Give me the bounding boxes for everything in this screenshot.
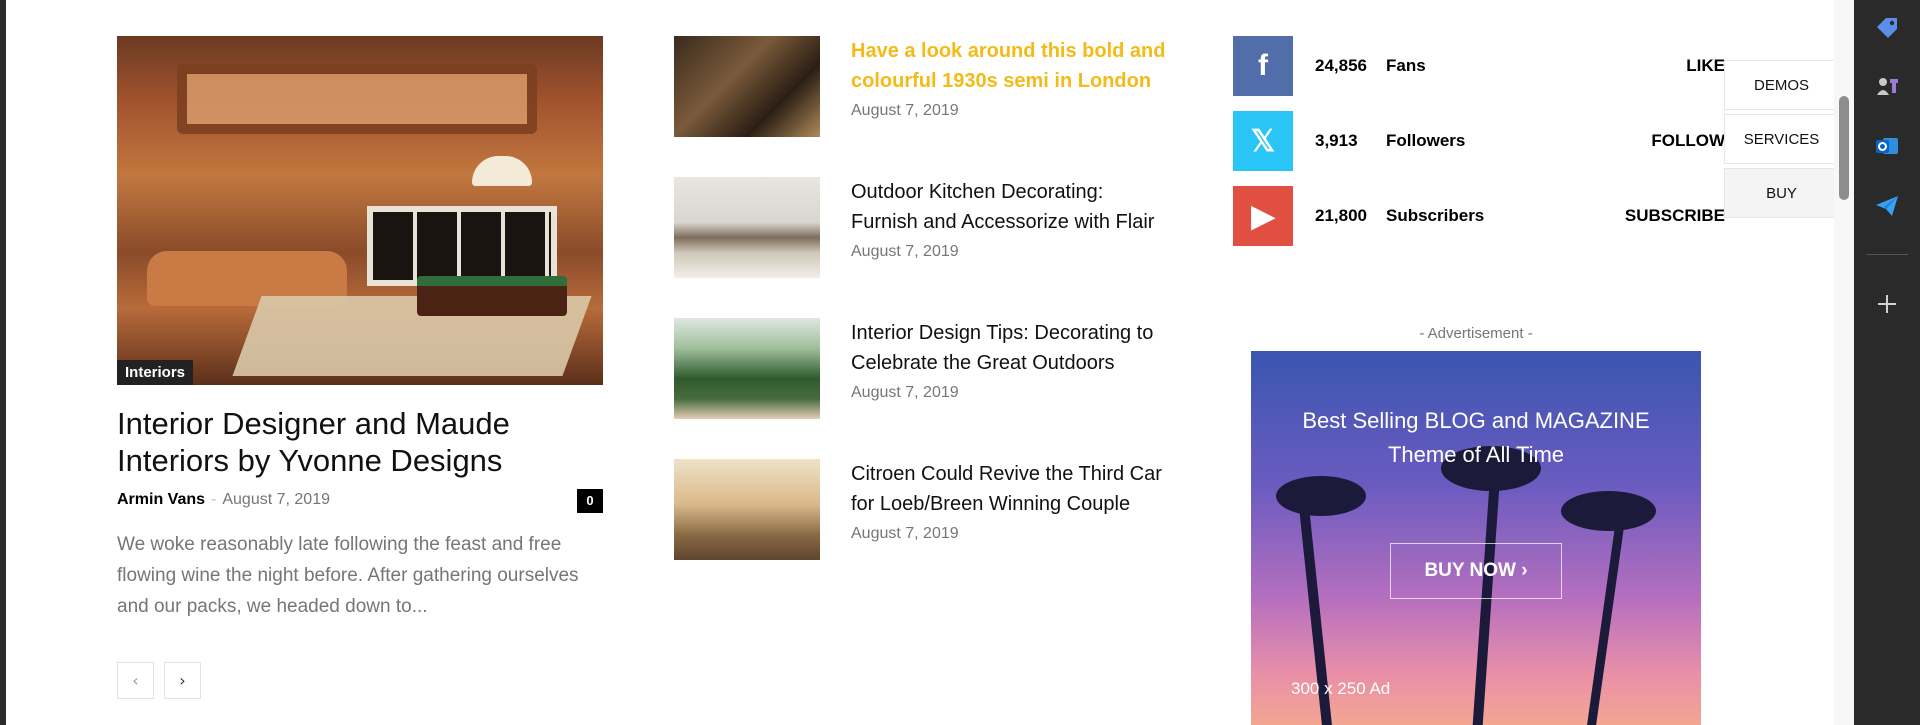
post-date: August 7, 2019 [851, 384, 959, 401]
subscribe-button[interactable]: SUBSCRIBE [1625, 206, 1725, 226]
prev-page-button[interactable]: ‹ [117, 662, 154, 699]
games-icon[interactable] [1873, 72, 1901, 100]
post-title[interactable]: Interior Design Tips: Decorating to Cele… [851, 318, 1171, 378]
post-list: Have a look around this bold and colourf… [674, 36, 1174, 600]
send-icon[interactable] [1873, 192, 1901, 220]
comment-count-badge[interactable]: 0 [577, 489, 603, 513]
list-item: Outdoor Kitchen Decorating: Furnish and … [674, 177, 1174, 318]
post-date: August 7, 2019 [851, 243, 959, 260]
facebook-icon[interactable]: f [1233, 36, 1293, 96]
post-title[interactable]: Outdoor Kitchen Decorating: Furnish and … [851, 177, 1171, 237]
social-count: 24,856 [1315, 56, 1367, 75]
sidebar-divider [1866, 254, 1908, 255]
next-page-button[interactable]: › [164, 662, 201, 699]
buy-now-button[interactable]: BUY NOW › [1390, 543, 1562, 599]
services-button[interactable]: SERVICES [1724, 114, 1834, 164]
social-label: Followers [1386, 131, 1466, 150]
post-date: August 7, 2019 [222, 491, 330, 508]
ad-headline: Best Selling BLOG and MAGAZINE Theme of … [1251, 404, 1701, 472]
follow-button[interactable]: FOLLOW [1651, 131, 1725, 151]
page-scrollbar[interactable] [1834, 0, 1854, 725]
list-item: Have a look around this bold and colourf… [674, 36, 1174, 177]
post-thumbnail[interactable] [674, 459, 820, 560]
post-date: August 7, 2019 [851, 525, 959, 542]
post-title[interactable]: Citroen Could Revive the Third Car for L… [851, 459, 1171, 519]
like-button[interactable]: LIKE [1686, 56, 1725, 76]
featured-post: Interiors Interior Designer and Maude In… [117, 36, 603, 699]
buy-button[interactable]: BUY [1724, 168, 1834, 218]
tag-icon[interactable] [1873, 14, 1901, 42]
social-row-facebook[interactable]: f 24,856 Fans LIKE [1233, 36, 1725, 111]
browser-sidebar [1854, 0, 1920, 725]
pagination: ‹ › [117, 662, 603, 699]
social-count: 21,800 [1315, 206, 1367, 225]
post-thumbnail[interactable] [674, 318, 820, 419]
post-title[interactable]: Have a look around this bold and colourf… [851, 36, 1171, 96]
list-item: Interior Design Tips: Decorating to Cele… [674, 318, 1174, 459]
floating-menu: DEMOS SERVICES BUY [1724, 60, 1834, 222]
ad-headline-line1: Best Selling BLOG and MAGAZINE [1302, 408, 1650, 433]
ad-size-text: 300 x 250 Ad [1291, 679, 1391, 698]
ad-headline-line2: Theme of All Time [1387, 442, 1565, 467]
post-thumbnail[interactable] [674, 177, 820, 278]
social-count: 3,913 [1315, 131, 1358, 150]
post-date: August 7, 2019 [851, 102, 959, 119]
page-content: Interiors Interior Designer and Maude In… [6, 0, 1834, 725]
add-icon[interactable] [1873, 290, 1901, 318]
social-label: Subscribers [1386, 206, 1485, 225]
advertisement-banner[interactable]: Best Selling BLOG and MAGAZINE Theme of … [1251, 351, 1701, 725]
x-icon[interactable]: 𝕏 [1233, 111, 1293, 171]
featured-title[interactable]: Interior Designer and Maude Interiors by… [117, 405, 603, 479]
post-thumbnail[interactable] [674, 36, 820, 137]
social-row-youtube[interactable]: ▶ 21,800 Subscribers SUBSCRIBE [1233, 186, 1725, 261]
outlook-icon[interactable] [1873, 132, 1901, 160]
post-excerpt: We woke reasonably late following the fe… [117, 534, 579, 617]
featured-image[interactable]: Interiors [117, 36, 603, 385]
author-link[interactable]: Armin Vans [117, 491, 205, 508]
social-row-x[interactable]: 𝕏 3,913 Followers FOLLOW [1233, 111, 1725, 186]
list-item: Citroen Could Revive the Third Car for L… [674, 459, 1174, 600]
youtube-icon[interactable]: ▶ [1233, 186, 1293, 246]
advertisement-label: - Advertisement - [1419, 325, 1533, 342]
social-label: Fans [1386, 56, 1426, 75]
category-badge[interactable]: Interiors [117, 360, 194, 385]
meta-separator: - [211, 491, 217, 508]
social-counters: f 24,856 Fans LIKE 𝕏 3,913 Followers FOL… [1233, 36, 1725, 261]
scroll-thumb[interactable] [1839, 96, 1849, 200]
post-meta: Armin Vans - August 7, 2019 0 [117, 489, 603, 515]
demos-button[interactable]: DEMOS [1724, 60, 1834, 110]
